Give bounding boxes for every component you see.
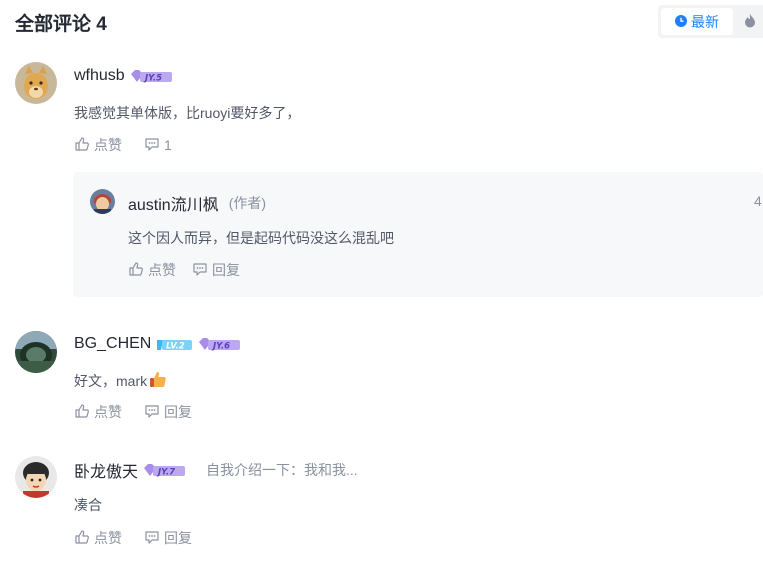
- comment-username[interactable]: wfhusb: [74, 67, 125, 85]
- like-label: 点赞: [94, 404, 122, 420]
- avatar[interactable]: [15, 62, 57, 104]
- avatar[interactable]: [15, 331, 57, 373]
- comment-content: 好文，mark: [74, 372, 148, 389]
- reply-time: 4: [754, 193, 762, 209]
- jy-level-badge[interactable]: JY.5: [130, 69, 173, 83]
- jy-badge-text: JY.7: [156, 467, 175, 477]
- comment-content: 我感觉其单体版，比ruoyi要好多了，: [74, 105, 301, 121]
- lv-level-badge[interactable]: LV.2: [157, 338, 193, 351]
- reply-label: 回复: [164, 530, 192, 546]
- jy-badge-text: JY.6: [211, 341, 230, 351]
- like-label: 点赞: [148, 262, 176, 278]
- comments-title: 全部评论 4: [15, 14, 107, 35]
- sort-hot-button[interactable]: [744, 13, 756, 33]
- comment-username[interactable]: BG_CHEN: [74, 335, 151, 353]
- comment-author-row: 卧龙傲天 JY.7 自我介绍一下：我和我...: [74, 459, 358, 481]
- jy-level-badge[interactable]: JY.7: [144, 463, 186, 477]
- comment-actions: 点赞 回复: [74, 528, 192, 548]
- like-label: 点赞: [94, 137, 122, 153]
- comment-username[interactable]: 卧龙傲天: [74, 458, 138, 482]
- reply-content: 这个因人而异，但是起码代码没这么混乱吧: [128, 230, 394, 246]
- avatar[interactable]: [90, 189, 115, 214]
- reply-count-button[interactable]: 1: [144, 135, 172, 155]
- like-button[interactable]: 点赞: [128, 260, 176, 280]
- author-tag: (作者): [228, 195, 267, 211]
- thumb-up-icon: [128, 261, 144, 280]
- comment-author-row: wfhusb JY.5: [74, 65, 173, 87]
- like-button[interactable]: 点赞: [74, 402, 122, 422]
- comments-header: 全部评论 4 最新: [0, 0, 763, 44]
- reply-label: 回复: [212, 262, 240, 278]
- reply-actions: 点赞 回复: [128, 260, 240, 280]
- reply-count: 1: [164, 137, 172, 153]
- comment-icon: [144, 529, 160, 548]
- comment-content: 凑合: [74, 497, 102, 513]
- user-intro: 自我介绍一下：我和我...: [206, 462, 358, 478]
- sort-latest-button[interactable]: 最新: [661, 8, 733, 35]
- thumb-up-icon: [74, 403, 90, 422]
- reply-button[interactable]: 回复: [192, 260, 240, 280]
- like-button[interactable]: 点赞: [74, 135, 122, 155]
- reply-label: 回复: [164, 404, 192, 420]
- like-label: 点赞: [94, 530, 122, 546]
- comment-icon: [144, 403, 160, 422]
- reply-username[interactable]: austin流川枫: [128, 191, 219, 215]
- thumb-up-icon: [74, 136, 90, 155]
- reply-button[interactable]: 回复: [144, 528, 192, 548]
- reply-box: austin流川枫 (作者) 4 这个因人而异，但是起码代码没这么混乱吧 点赞 …: [73, 172, 763, 297]
- comment-content-row: 好文，mark: [74, 370, 167, 391]
- like-button[interactable]: 点赞: [74, 528, 122, 548]
- jy-level-badge[interactable]: JY.6: [199, 337, 241, 351]
- sort-toggle: 最新: [658, 5, 763, 38]
- comment-author-row: BG_CHEN LV.2 JY.6: [74, 333, 241, 355]
- sort-latest-label: 最新: [691, 13, 719, 30]
- reply-author-row: austin流川枫 (作者): [128, 191, 266, 215]
- comment-actions: 点赞 1: [74, 135, 172, 155]
- comment-icon: [192, 261, 208, 280]
- reply-button[interactable]: 回复: [144, 402, 192, 422]
- comment-icon: [144, 136, 160, 155]
- avatar[interactable]: [15, 456, 57, 498]
- thumbs-up-emoji: [149, 370, 167, 391]
- thumb-up-icon: [74, 529, 90, 548]
- comment-actions: 点赞 回复: [74, 402, 192, 422]
- flame-icon: [744, 13, 756, 32]
- clock-icon: [675, 14, 687, 30]
- lv-badge-text: LV.2: [166, 341, 185, 351]
- jy-badge-text: JY.5: [143, 73, 162, 83]
